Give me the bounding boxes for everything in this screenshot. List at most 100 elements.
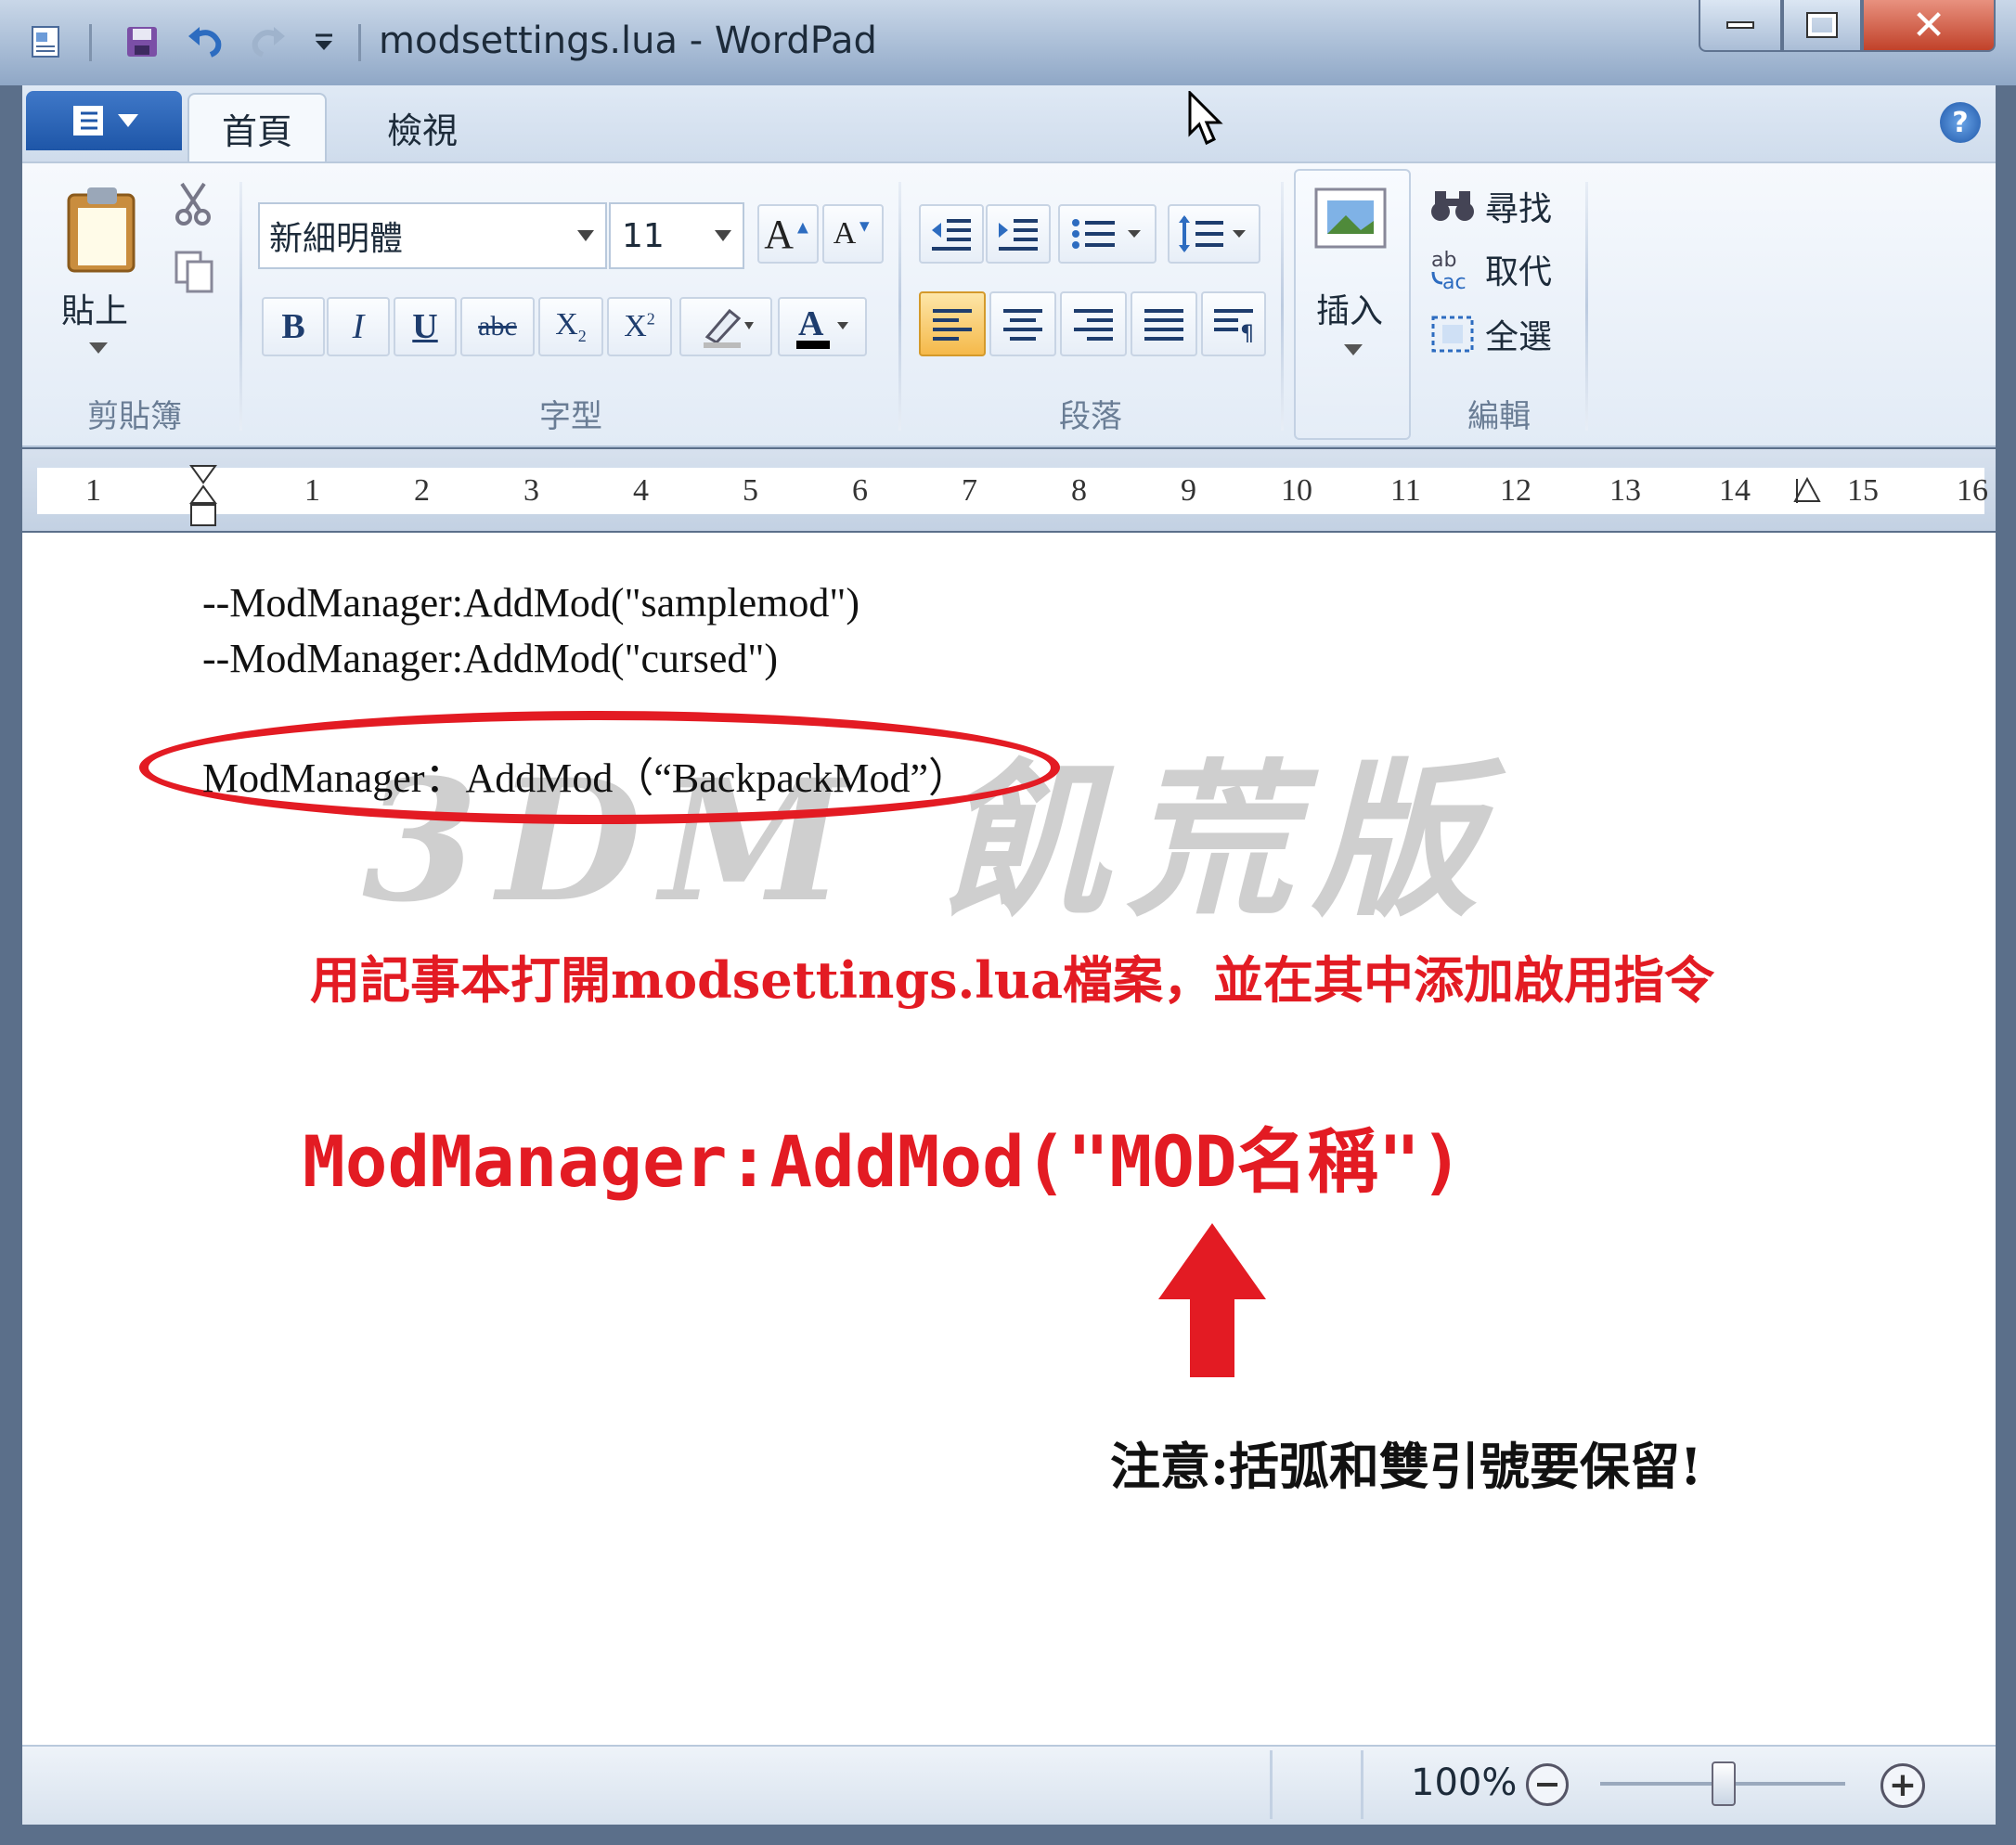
underline-button[interactable]: U — [394, 297, 457, 356]
highlighter-pen-icon — [704, 308, 754, 348]
group-separator — [1281, 182, 1284, 431]
font-name-combobox[interactable]: 新細明體 — [258, 202, 607, 269]
mouse-cursor-icon — [1188, 89, 1225, 150]
line-spacing-icon — [1179, 215, 1246, 252]
bold-button[interactable]: B — [262, 297, 325, 356]
zoom-slider-thumb[interactable] — [1712, 1761, 1736, 1806]
italic-icon: I — [352, 307, 365, 346]
group-separator — [898, 182, 901, 431]
bullets-button[interactable] — [1058, 204, 1157, 264]
select-all-icon — [1431, 316, 1474, 353]
subscript-icon: X2 — [555, 307, 587, 345]
insert-dropdown-chevron-icon — [1344, 343, 1363, 361]
font-group-label: 字型 — [539, 398, 602, 435]
align-left-icon — [933, 309, 972, 341]
status-separator — [1361, 1750, 1363, 1819]
select-all-label: 全選 — [1485, 318, 1553, 356]
picture-icon — [1312, 186, 1389, 254]
application-menu-button[interactable] — [26, 91, 182, 150]
redo-icon[interactable] — [247, 20, 290, 63]
ruler-tick: 1 — [304, 473, 320, 508]
paste-label[interactable]: 貼上 — [61, 284, 128, 332]
window-title: modsettings.lua - WordPad — [379, 19, 877, 62]
grow-font-button[interactable]: A▲ — [757, 204, 819, 264]
decrease-indent-icon — [932, 219, 971, 251]
svg-text:ac: ac — [1442, 271, 1467, 290]
paragraph-icon: ¶ — [1214, 309, 1254, 342]
save-icon[interactable] — [121, 20, 163, 63]
align-right-icon — [1074, 309, 1113, 341]
command-template: ModManager:AddMod("MOD名稱") — [303, 1120, 1464, 1203]
font-size-combobox[interactable]: 11 — [609, 202, 744, 269]
ruler-strip[interactable]: 1 1 2 3 4 5 6 7 8 9 10 11 12 13 14 15 16 — [37, 468, 1988, 514]
chevron-down-icon — [577, 230, 594, 241]
zoom-in-button[interactable]: + — [1880, 1763, 1925, 1808]
find-button[interactable]: 尋找 — [1429, 182, 1552, 230]
wordpad-app-icon[interactable] — [24, 20, 67, 63]
red-arrow-icon — [1157, 1221, 1268, 1383]
superscript-button[interactable]: X2 — [607, 297, 672, 356]
align-left-button[interactable] — [919, 291, 986, 356]
font-name-value: 新細明體 — [269, 220, 404, 258]
underline-icon: U — [412, 307, 438, 346]
shrink-font-icon: A▼ — [833, 216, 873, 251]
select-all-button[interactable]: 全選 — [1429, 310, 1552, 358]
maximize-button[interactable] — [1782, 0, 1862, 52]
superscript-icon: X2 — [624, 309, 655, 343]
replace-button[interactable]: ab ac 取代 — [1429, 245, 1552, 293]
increase-indent-button[interactable] — [986, 204, 1051, 264]
ruler-tick: 10 — [1281, 473, 1312, 508]
ruler-tick: 1 — [85, 473, 101, 508]
tab-home[interactable]: 首頁 — [187, 93, 327, 161]
highlight-color-button[interactable] — [679, 297, 772, 356]
left-indent-marker-icon[interactable] — [189, 464, 217, 535]
help-icon[interactable]: ? — [1940, 102, 1981, 143]
paragraph-settings-button[interactable]: ¶ — [1201, 291, 1266, 356]
font-color-button[interactable]: A — [778, 297, 867, 356]
title-separator — [358, 24, 361, 61]
ruler-tick: 3 — [523, 473, 539, 508]
minimize-button[interactable] — [1699, 0, 1782, 52]
binoculars-icon — [1431, 191, 1474, 221]
justify-button[interactable] — [1131, 291, 1197, 356]
note-text: 注意:括弧和雙引號要保留! — [1110, 1437, 1702, 1496]
align-center-button[interactable] — [989, 291, 1056, 356]
paste-button[interactable] — [58, 182, 150, 275]
line-spacing-button[interactable] — [1168, 204, 1260, 264]
align-center-icon — [1003, 309, 1042, 341]
minus-icon — [1537, 1783, 1557, 1787]
code-line-samplemod: --ModManager:AddMod("samplemod") — [202, 580, 859, 626]
shrink-font-button[interactable]: A▼ — [822, 204, 884, 264]
ruler-tick: 16 — [1957, 473, 1988, 508]
align-right-button[interactable] — [1060, 291, 1127, 356]
ruler-tick: 11 — [1390, 473, 1421, 508]
paste-dropdown-chevron-icon[interactable] — [89, 342, 108, 359]
replace-label: 取代 — [1485, 253, 1553, 291]
replace-icon: abac — [1431, 249, 1467, 290]
clipboard-group-label: 剪貼簿 — [87, 398, 182, 435]
status-separator — [1270, 1750, 1273, 1819]
svg-text:ab: ab — [1431, 249, 1456, 272]
insert-label: 插入 — [1316, 292, 1384, 330]
chevron-down-icon — [715, 230, 731, 241]
bold-icon: B — [281, 307, 305, 346]
strikethrough-button[interactable]: abc — [460, 297, 535, 356]
undo-icon[interactable] — [184, 20, 226, 63]
quick-access-separator — [89, 24, 92, 61]
ruler-tick: 12 — [1500, 473, 1531, 508]
minimize-icon — [1726, 21, 1754, 29]
subscript-button[interactable]: X2 — [538, 297, 603, 356]
close-button[interactable]: ✕ — [1862, 0, 1996, 52]
cut-icon[interactable] — [173, 180, 213, 230]
customize-quick-access-icon[interactable] — [303, 20, 345, 63]
instruction-text: 用記事本打開modsettings.lua檔案，並在其中添加啟用指令 — [310, 950, 1715, 1010]
tab-view[interactable]: 檢視 — [353, 93, 492, 161]
paragraph-group-label: 段落 — [1059, 398, 1122, 435]
decrease-indent-button[interactable] — [919, 204, 984, 264]
zoom-out-button[interactable] — [1526, 1763, 1569, 1806]
code-line-backpackmod: ModManager：AddMod（“BackpackMod”） — [202, 755, 970, 801]
copy-icon[interactable] — [171, 249, 217, 299]
right-indent-marker-icon[interactable] — [1793, 475, 1821, 516]
italic-button[interactable]: I — [327, 297, 390, 356]
svg-text:A: A — [798, 304, 824, 343]
